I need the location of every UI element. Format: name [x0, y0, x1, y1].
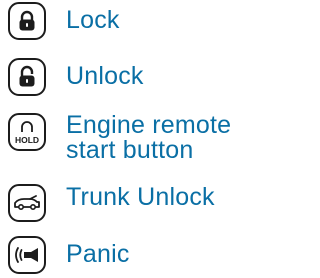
panic-label: Panic — [66, 240, 130, 268]
lock-label: Lock — [66, 6, 120, 34]
horn-icon — [15, 247, 38, 263]
remote-key-legend: Lock Unlock HOLD Engine remote start but… — [0, 0, 242, 278]
legend-row-trunk: Trunk Unlock — [8, 184, 215, 222]
legend-row-unlock: Unlock — [8, 58, 144, 96]
lock-key-button[interactable] — [8, 2, 46, 40]
panic-key-button[interactable] — [8, 236, 46, 274]
car-trunk-icon — [14, 195, 40, 211]
engine-remote-start-hold-icon: HOLD — [15, 121, 39, 145]
legend-row-lock: Lock — [8, 2, 120, 40]
legend-row-engine: HOLD Engine remote start button — [8, 113, 231, 163]
padlock-closed-icon — [19, 10, 35, 31]
unlock-key-button[interactable] — [8, 58, 46, 96]
trunk-label: Trunk Unlock — [66, 183, 215, 211]
legend-row-panic: Panic — [8, 236, 130, 274]
hold-text: HOLD — [15, 135, 39, 145]
unlock-label: Unlock — [66, 62, 144, 90]
trunk-key-button[interactable] — [8, 184, 46, 222]
engine-label: Engine remote start button — [66, 111, 232, 164]
engine-start-key-button[interactable]: HOLD — [8, 113, 46, 151]
padlock-open-icon — [19, 65, 35, 87]
